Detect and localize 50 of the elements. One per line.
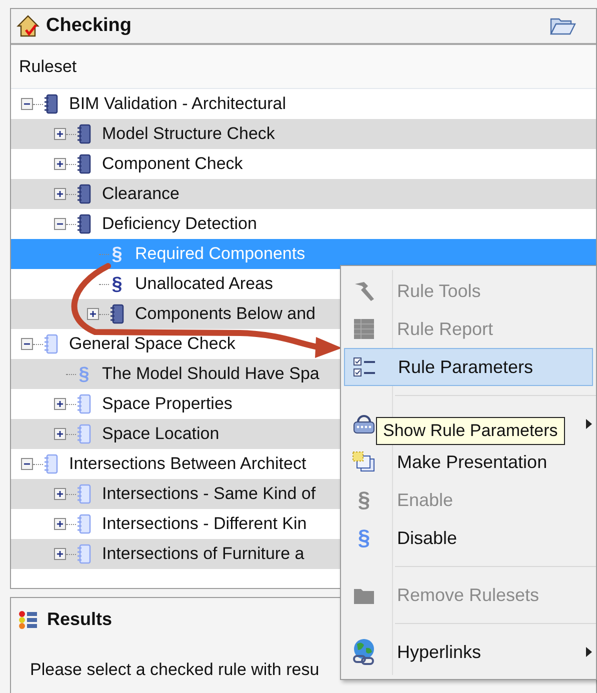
globe-link-icon [351, 638, 377, 666]
expand-icon[interactable] [54, 398, 66, 410]
expand-icon[interactable] [54, 188, 66, 200]
section-icon: § [358, 489, 370, 511]
expand-icon[interactable] [54, 128, 66, 140]
tree-item-label: Space Location [102, 423, 220, 446]
collapse-icon[interactable] [21, 458, 33, 470]
tooltip: Show Rule Parameters [376, 417, 565, 445]
tree-item-label: Components Below and [135, 303, 316, 326]
table-icon [353, 318, 375, 340]
tree-item-label: Component Check [102, 153, 243, 176]
stacked-pages-icon [352, 451, 376, 473]
menu-item[interactable]: Hyperlinks [344, 633, 593, 671]
tree-item-label: Clearance [102, 183, 180, 206]
section-icon: § [112, 244, 122, 264]
tree-item-label: Model Structure Check [102, 123, 275, 146]
tree-item-label: Deficiency Detection [102, 213, 257, 236]
tree-item-label: The Model Should Have Spa [102, 363, 320, 386]
home-check-icon [16, 14, 40, 38]
folder-icon[interactable] [550, 16, 576, 36]
expand-icon[interactable] [54, 518, 66, 530]
collapse-icon[interactable] [21, 338, 33, 350]
traffic-light-list-icon [17, 608, 39, 630]
collapse-icon[interactable] [21, 98, 33, 110]
results-message: Please select a checked rule with resu [29, 659, 320, 681]
collapse-icon[interactable] [54, 218, 66, 230]
basket-icon [352, 413, 376, 435]
expand-icon[interactable] [54, 428, 66, 440]
tree-item-label: Intersections Between Architect [69, 453, 306, 476]
checklist-icon [353, 356, 377, 378]
menu-item[interactable]: Rule Parameters [344, 348, 593, 386]
results-title: Results [47, 608, 112, 631]
tree-item-label: Required Components [135, 243, 306, 266]
section-icon: § [112, 274, 122, 294]
panel-title: Checking [46, 14, 133, 38]
tree-item-label: Unallocated Areas [135, 273, 273, 296]
expand-icon[interactable] [87, 308, 99, 320]
tree-item-label: General Space Check [69, 333, 236, 356]
tree-row[interactable]: Model Structure Check [11, 119, 596, 149]
column-header: Ruleset [11, 45, 596, 89]
tree-row[interactable]: Clearance [11, 179, 596, 209]
expand-icon[interactable] [54, 548, 66, 560]
section-icon: § [78, 364, 90, 384]
tree-item-label: Intersections - Different Kin [102, 513, 307, 536]
expand-icon[interactable] [54, 158, 66, 170]
tree-item-label: Space Properties [102, 393, 232, 416]
tree-item-label: Intersections of Furniture a [102, 543, 304, 566]
expand-icon[interactable] [54, 488, 66, 500]
tree-item-label: Intersections - Same Kind of [102, 483, 316, 506]
tree-item-label: BIM Validation - Architectural [69, 93, 286, 116]
